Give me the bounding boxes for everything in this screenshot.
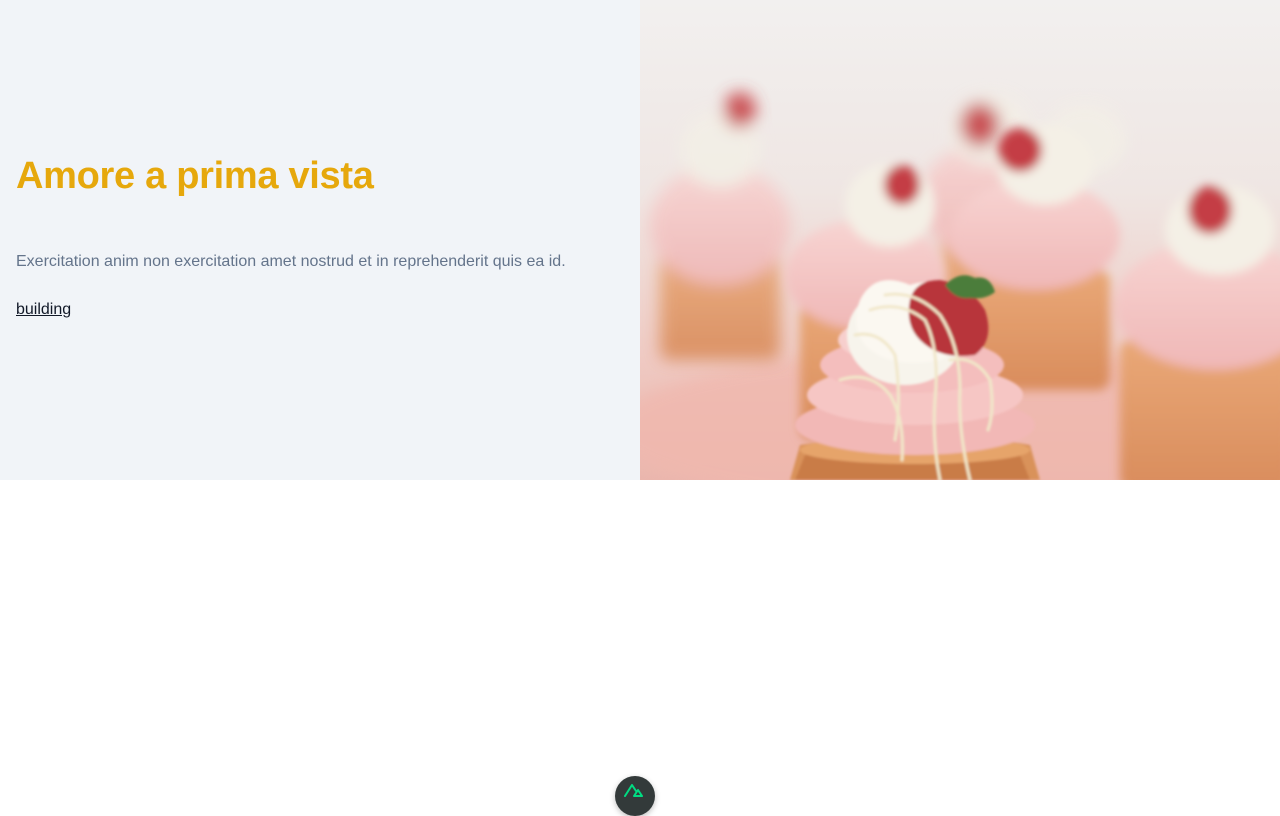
hero-link[interactable]: building (16, 299, 71, 321)
hero-section: Amore a prima vista Exercitation anim no… (0, 0, 1280, 480)
nuxt-devtools-button[interactable] (615, 776, 655, 816)
hero-description: Exercitation anim non exercitation amet … (16, 253, 566, 270)
cupcakes-illustration (640, 92, 1280, 480)
hero-title: Amore a prima vista (16, 155, 374, 197)
nuxt-logo-icon (623, 776, 647, 802)
hero-image (640, 0, 1280, 480)
hero-text-panel: Amore a prima vista Exercitation anim no… (0, 0, 640, 480)
